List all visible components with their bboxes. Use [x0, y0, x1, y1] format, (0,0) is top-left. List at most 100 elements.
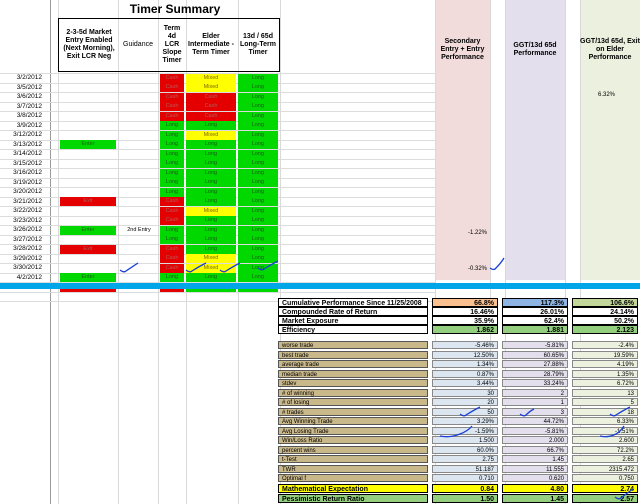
row-date: 3/29/2012 [13, 254, 42, 262]
term-4d-cell: Long [160, 273, 184, 282]
summary-label: Compounded Rate of Return [278, 307, 428, 316]
stat-value: 2.65 [572, 455, 638, 463]
row-date: 3/20/2012 [13, 188, 42, 195]
bottom-value: 2.74 [572, 484, 638, 493]
stat-value: 1 [502, 398, 568, 406]
long-term-cell: Long [238, 225, 278, 235]
stat-value: -1.59% [432, 426, 498, 435]
stat-value: 0.750 [572, 474, 638, 482]
elder-cell: Long [186, 273, 236, 282]
stat-value: 60.65% [502, 350, 568, 359]
term-4d-cell: Cash [160, 254, 184, 263]
row-date: 4/2/2012 [16, 273, 42, 281]
term-4d-cell: Long [160, 140, 184, 149]
spreadsheet: Timer Summary 2-3-5d Market Entry Enable… [0, 0, 640, 504]
row-date: 3/2/2012 [16, 74, 42, 81]
elder-cell: Long [186, 197, 236, 206]
elder-cell: Long [186, 121, 236, 130]
term-4d-cell: Long [160, 149, 184, 159]
check-mark-icon [489, 257, 505, 271]
section-divider-bar [0, 283, 640, 289]
row-date: 3/28/2012 [13, 245, 42, 252]
row-date: 3/21/2012 [13, 197, 42, 205]
stat-value: 33.24% [502, 379, 568, 387]
market-signal-cell: Exit [60, 244, 116, 254]
summary-value: 117.3% [502, 298, 568, 307]
header-term-4d: Term 4d LCR Slope Timer [162, 25, 182, 64]
term-4d-cell: Cash [160, 197, 184, 206]
secondary-perf-value: -1.22% [467, 230, 487, 236]
stat-label: stdev [278, 379, 428, 387]
elder-cell: Mixed [186, 83, 236, 92]
stat-value: 2 [502, 388, 568, 397]
elder-cell: Cash [186, 102, 236, 111]
bottom-label: Mathematical Expectation [278, 484, 428, 493]
stat-label: median trade [278, 369, 428, 378]
stat-value: 2.000 [502, 436, 568, 444]
elder-cell: Mixed [186, 254, 236, 263]
term-4d-cell: Cash [160, 244, 184, 254]
term-4d-cell: Cash [160, 263, 184, 273]
term-4d-cell: Long [160, 121, 184, 130]
stat-value: 1.45 [502, 455, 568, 463]
stat-value: 28.79% [502, 369, 568, 378]
elder-cell: Long [186, 187, 236, 197]
stat-value: -5.46% [432, 341, 498, 349]
stat-label: # trades [278, 407, 428, 416]
stat-value: 1.34% [432, 360, 498, 368]
header-guidance: Guidance [123, 41, 153, 48]
secondary-perf-value: -0.32% [467, 266, 487, 272]
stat-label: worse trade [278, 341, 428, 349]
stat-label: Optimal f [278, 474, 428, 482]
row-date: 3/22/2012 [13, 207, 42, 214]
row-date: 3/7/2012 [16, 102, 42, 110]
header-long-term: 13d / 65d Long-Term Timer [239, 33, 277, 56]
row-date: 3/16/2012 [13, 169, 42, 176]
row-date: 3/27/2012 [13, 235, 42, 243]
header-ggt-perf: GGT/13d 65d Performance [513, 42, 557, 57]
elder-cell: Long [186, 149, 236, 159]
stat-value: 0.710 [432, 474, 498, 482]
stat-value: 5 [572, 398, 638, 406]
summary-label: Efficiency [278, 325, 428, 334]
long-term-cell: Long [238, 159, 278, 168]
long-term-cell: Long [238, 92, 278, 102]
stat-label: percent wins [278, 445, 428, 454]
elder-cell: Long [186, 235, 236, 244]
elder-cell: Long [186, 168, 236, 178]
elder-cell: Cash [186, 92, 236, 102]
header-elder: Elder Intermediate - Term Timer [188, 33, 234, 56]
summary-value: 2.123 [572, 325, 638, 334]
header-market: 2-3-5d Market Entry Enabled (Next Mornin… [63, 29, 115, 60]
term-4d-cell: Cash [160, 92, 184, 102]
bottom-value: 4.80 [502, 484, 568, 493]
row-date: 3/8/2012 [16, 112, 42, 119]
elder-cell: Mixed [186, 73, 236, 83]
elder-cell: Long [186, 140, 236, 149]
stat-label: average trade [278, 360, 428, 368]
summary-value: 50.2% [572, 316, 638, 325]
summary-value: 1.862 [432, 325, 498, 334]
term-4d-cell: Cash [160, 206, 184, 216]
stat-value: 2315.472 [572, 464, 638, 473]
header-ggt-elder-perf: GGT/13d 65d, Exit on Elder Performance [580, 38, 640, 61]
elder-cell: Long [186, 244, 236, 254]
stat-value: -1.51% [572, 426, 638, 435]
long-term-cell: Long [238, 197, 278, 206]
bottom-label: Pessimistic Return Ratio [278, 493, 428, 503]
stat-value: 0.620 [502, 474, 568, 482]
term-4d-cell: Long [160, 187, 184, 197]
stat-value: 72.2% [572, 445, 638, 454]
stat-value: 13 [572, 388, 638, 397]
summary-value: 1.881 [502, 325, 568, 334]
elder-cell: Long [186, 216, 236, 225]
bottom-value: 1.45 [502, 493, 568, 503]
long-term-cell: Long [238, 73, 278, 83]
row-date: 3/15/2012 [13, 159, 42, 167]
term-4d-cell: Cash [160, 111, 184, 121]
elder-cell: Long [186, 225, 236, 235]
ggt-elder-perf-value: 6.32% [597, 92, 615, 98]
stat-value: 12.50% [432, 350, 498, 359]
elder-cell: Long [186, 159, 236, 168]
long-term-cell: Long [238, 244, 278, 254]
